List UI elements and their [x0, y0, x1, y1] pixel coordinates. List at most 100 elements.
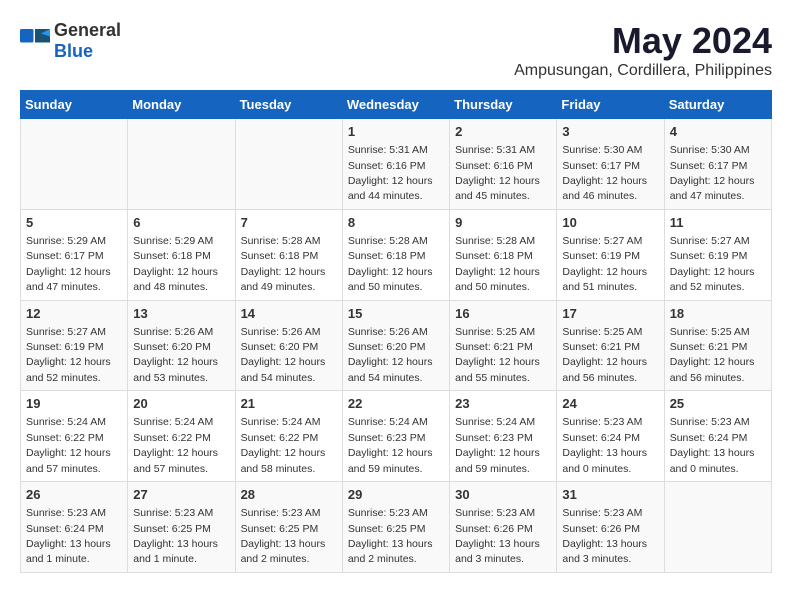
day-info: Sunrise: 5:30 AM Sunset: 6:17 PM Dayligh… — [670, 144, 755, 202]
calendar-cell: 23 Sunrise: 5:24 AM Sunset: 6:23 PM Dayli… — [450, 391, 557, 482]
day-number: 6 — [133, 214, 229, 232]
calendar-cell: 22Sunrise: 5:24 AM Sunset: 6:23 PM Dayli… — [342, 391, 449, 482]
calendar-cell — [21, 119, 128, 210]
day-info: Sunrise: 5:24 AM Sunset: 6:22 PM Dayligh… — [26, 416, 111, 474]
calendar-cell — [235, 119, 342, 210]
calendar-cell: 6 Sunrise: 5:29 AM Sunset: 6:18 PM Daylig… — [128, 209, 235, 300]
calendar-header: SundayMondayTuesdayWednesdayThursdayFrid… — [21, 91, 772, 119]
day-number: 30 — [455, 486, 551, 504]
day-info: Sunrise: 5:29 AM Sunset: 6:18 PM Dayligh… — [133, 235, 218, 293]
day-number: 23 — [455, 395, 551, 413]
day-info: Sunrise: 5:23 AM Sunset: 6:26 PM Dayligh… — [455, 507, 540, 565]
day-number: 31 — [562, 486, 658, 504]
calendar-cell: 3 Sunrise: 5:30 AM Sunset: 6:17 PM Daylig… — [557, 119, 664, 210]
day-info: Sunrise: 5:26 AM Sunset: 6:20 PM Dayligh… — [241, 326, 326, 384]
day-number: 1 — [348, 123, 444, 141]
day-header-friday: Friday — [557, 91, 664, 119]
calendar-cell: 18 Sunrise: 5:25 AM Sunset: 6:21 PM Dayli… — [664, 300, 771, 391]
day-info: Sunrise: 5:31 AM Sunset: 6:16 PM Dayligh… — [348, 144, 433, 202]
day-info: Sunrise: 5:28 AM Sunset: 6:18 PM Dayligh… — [348, 235, 433, 293]
week-row-1: 1 Sunrise: 5:31 AM Sunset: 6:16 PM Daylig… — [21, 119, 772, 210]
calendar-cell: 2 Sunrise: 5:31 AM Sunset: 6:16 PM Daylig… — [450, 119, 557, 210]
calendar-cell: 1 Sunrise: 5:31 AM Sunset: 6:16 PM Daylig… — [342, 119, 449, 210]
day-number: 5 — [26, 214, 122, 232]
logo-general-text: General — [54, 20, 121, 40]
day-number: 12 — [26, 305, 122, 323]
day-info: Sunrise: 5:28 AM Sunset: 6:18 PM Dayligh… — [241, 235, 326, 293]
calendar-cell: 7 Sunrise: 5:28 AM Sunset: 6:18 PM Daylig… — [235, 209, 342, 300]
day-number: 26 — [26, 486, 122, 504]
day-info: Sunrise: 5:23 AM Sunset: 6:24 PM Dayligh… — [670, 416, 755, 474]
logo-blue-text: Blue — [54, 41, 93, 61]
week-row-3: 12 Sunrise: 5:27 AM Sunset: 6:19 PM Dayli… — [21, 300, 772, 391]
day-info: Sunrise: 5:30 AM Sunset: 6:17 PM Dayligh… — [562, 144, 647, 202]
calendar-cell: 4 Sunrise: 5:30 AM Sunset: 6:17 PM Daylig… — [664, 119, 771, 210]
day-info: Sunrise: 5:31 AM Sunset: 6:16 PM Dayligh… — [455, 144, 540, 202]
calendar-cell: 26 Sunrise: 5:23 AM Sunset: 6:24 PM Dayli… — [21, 482, 128, 573]
day-number: 14 — [241, 305, 337, 323]
calendar-cell: 14 Sunrise: 5:26 AM Sunset: 6:20 PM Dayli… — [235, 300, 342, 391]
calendar-cell: 20Sunrise: 5:24 AM Sunset: 6:22 PM Dayli… — [128, 391, 235, 482]
day-info: Sunrise: 5:27 AM Sunset: 6:19 PM Dayligh… — [562, 235, 647, 293]
day-number: 10 — [562, 214, 658, 232]
day-number: 8 — [348, 214, 444, 232]
day-info: Sunrise: 5:27 AM Sunset: 6:19 PM Dayligh… — [670, 235, 755, 293]
logo: General Blue — [20, 20, 121, 62]
day-number: 17 — [562, 305, 658, 323]
day-info: Sunrise: 5:24 AM Sunset: 6:23 PM Dayligh… — [348, 416, 433, 474]
day-number: 24 — [562, 395, 658, 413]
calendar-cell: 21Sunrise: 5:24 AM Sunset: 6:22 PM Dayli… — [235, 391, 342, 482]
day-number: 25 — [670, 395, 766, 413]
calendar-cell: 8 Sunrise: 5:28 AM Sunset: 6:18 PM Daylig… — [342, 209, 449, 300]
day-info: Sunrise: 5:28 AM Sunset: 6:18 PM Dayligh… — [455, 235, 540, 293]
day-info: Sunrise: 5:25 AM Sunset: 6:21 PM Dayligh… — [455, 326, 540, 384]
calendar-cell: 19Sunrise: 5:24 AM Sunset: 6:22 PM Dayli… — [21, 391, 128, 482]
day-info: Sunrise: 5:24 AM Sunset: 6:23 PM Dayligh… — [455, 416, 540, 474]
week-row-4: 19Sunrise: 5:24 AM Sunset: 6:22 PM Dayli… — [21, 391, 772, 482]
day-number: 21 — [241, 395, 337, 413]
day-header-wednesday: Wednesday — [342, 91, 449, 119]
day-info: Sunrise: 5:24 AM Sunset: 6:22 PM Dayligh… — [133, 416, 218, 474]
day-info: Sunrise: 5:23 AM Sunset: 6:24 PM Dayligh… — [26, 507, 111, 565]
day-number: 9 — [455, 214, 551, 232]
calendar-cell — [128, 119, 235, 210]
generalblue-logo-icon — [20, 29, 50, 53]
day-info: Sunrise: 5:26 AM Sunset: 6:20 PM Dayligh… — [348, 326, 433, 384]
day-header-row: SundayMondayTuesdayWednesdayThursdayFrid… — [21, 91, 772, 119]
day-header-tuesday: Tuesday — [235, 91, 342, 119]
calendar-cell: 25 Sunrise: 5:23 AM Sunset: 6:24 PM Dayli… — [664, 391, 771, 482]
day-number: 18 — [670, 305, 766, 323]
calendar-cell: 15 Sunrise: 5:26 AM Sunset: 6:20 PM Dayli… — [342, 300, 449, 391]
day-header-sunday: Sunday — [21, 91, 128, 119]
day-number: 27 — [133, 486, 229, 504]
day-number: 28 — [241, 486, 337, 504]
calendar-cell: 24Sunrise: 5:23 AM Sunset: 6:24 PM Dayli… — [557, 391, 664, 482]
day-info: Sunrise: 5:23 AM Sunset: 6:25 PM Dayligh… — [133, 507, 218, 565]
day-header-thursday: Thursday — [450, 91, 557, 119]
day-info: Sunrise: 5:25 AM Sunset: 6:21 PM Dayligh… — [670, 326, 755, 384]
day-number: 16 — [455, 305, 551, 323]
day-number: 15 — [348, 305, 444, 323]
page-header: General Blue May 2024 Ampusungan, Cordil… — [20, 20, 772, 80]
title-block: May 2024 Ampusungan, Cordillera, Philipp… — [514, 20, 772, 80]
calendar-cell: 9 Sunrise: 5:28 AM Sunset: 6:18 PM Daylig… — [450, 209, 557, 300]
day-number: 2 — [455, 123, 551, 141]
week-row-2: 5 Sunrise: 5:29 AM Sunset: 6:17 PM Daylig… — [21, 209, 772, 300]
month-title: May 2024 — [514, 20, 772, 62]
calendar-cell: 31Sunrise: 5:23 AM Sunset: 6:26 PM Dayli… — [557, 482, 664, 573]
day-number: 3 — [562, 123, 658, 141]
calendar-cell — [664, 482, 771, 573]
day-number: 29 — [348, 486, 444, 504]
day-number: 7 — [241, 214, 337, 232]
day-number: 4 — [670, 123, 766, 141]
calendar-cell: 10 Sunrise: 5:27 AM Sunset: 6:19 PM Dayli… — [557, 209, 664, 300]
day-info: Sunrise: 5:27 AM Sunset: 6:19 PM Dayligh… — [26, 326, 111, 384]
day-header-saturday: Saturday — [664, 91, 771, 119]
calendar-table: SundayMondayTuesdayWednesdayThursdayFrid… — [20, 90, 772, 573]
calendar-cell: 27 Sunrise: 5:23 AM Sunset: 6:25 PM Dayli… — [128, 482, 235, 573]
day-info: Sunrise: 5:29 AM Sunset: 6:17 PM Dayligh… — [26, 235, 111, 293]
day-number: 11 — [670, 214, 766, 232]
calendar-cell: 12 Sunrise: 5:27 AM Sunset: 6:19 PM Dayli… — [21, 300, 128, 391]
day-info: Sunrise: 5:23 AM Sunset: 6:25 PM Dayligh… — [241, 507, 326, 565]
calendar-body: 1 Sunrise: 5:31 AM Sunset: 6:16 PM Daylig… — [21, 119, 772, 573]
